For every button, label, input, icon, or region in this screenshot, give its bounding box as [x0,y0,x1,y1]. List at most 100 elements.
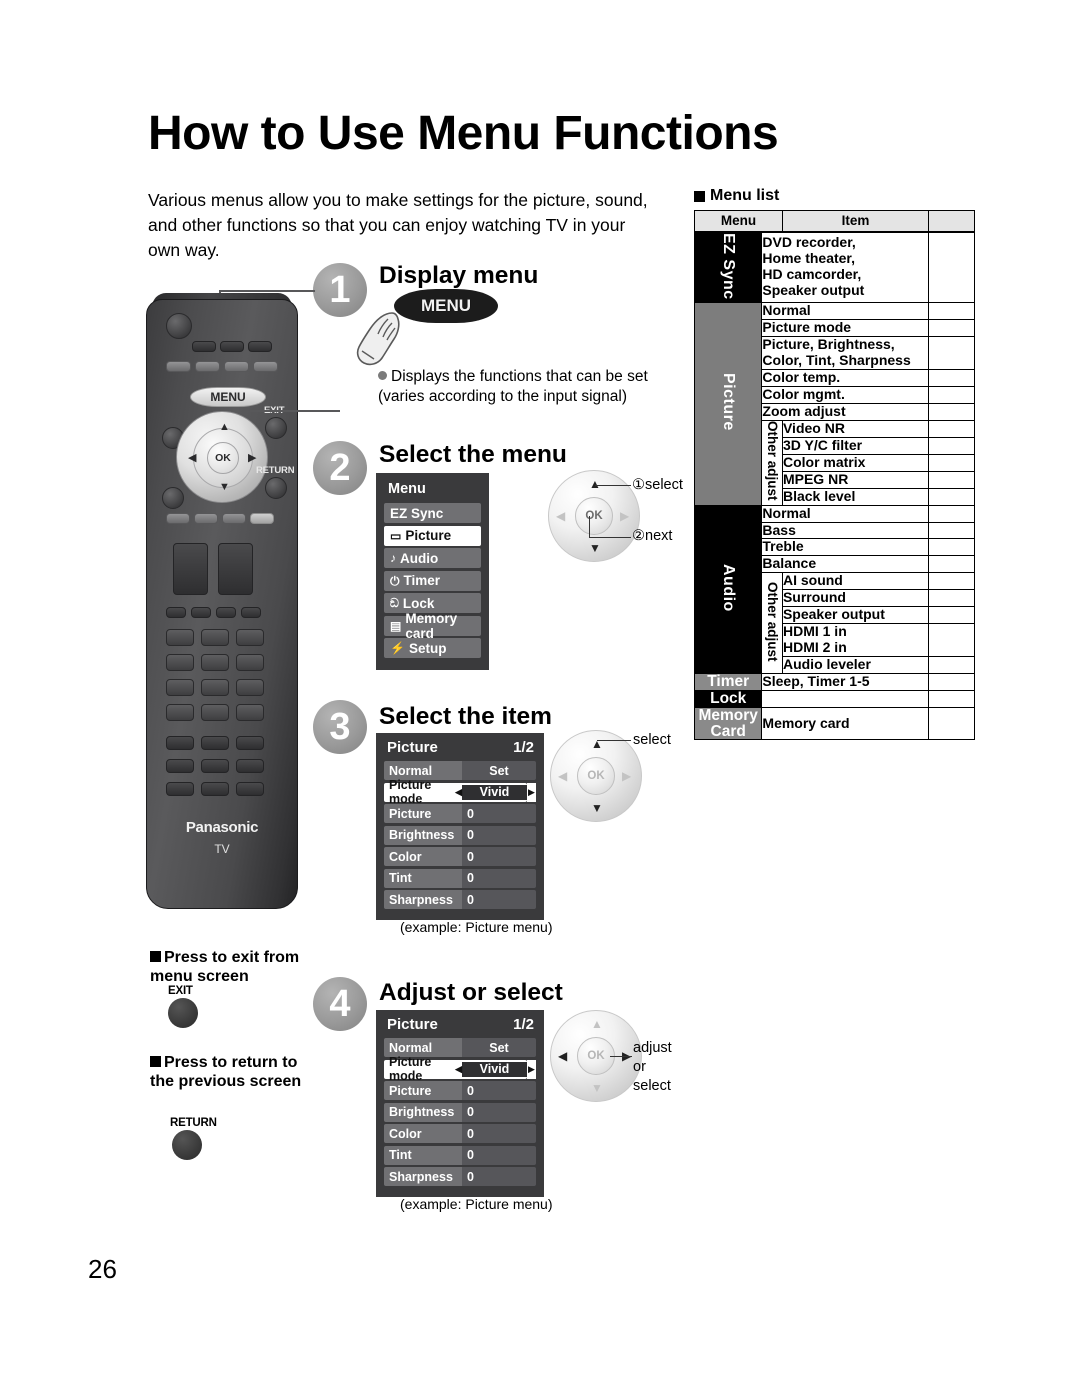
dpad-ok-button[interactable]: OK [575,497,613,535]
remote-key[interactable] [253,361,278,372]
remote-dpad-right-icon[interactable]: ▶ [248,453,256,464]
remote-numpad-key[interactable] [166,679,194,696]
menu-page-cell [928,656,975,675]
remote-key[interactable] [195,361,220,372]
remote-key[interactable] [192,341,216,352]
dpad-wheel-step2[interactable]: ▲ ▼ ◀ ▶ OK [548,470,640,562]
remote-key[interactable] [241,607,261,618]
remote-dpad[interactable]: ▲ ▼ ◀ ▶ OK [176,411,268,503]
osd-picture-row[interactable]: Color 0 [384,847,536,866]
osd-picture-row[interactable]: Brightness 0 [384,825,536,845]
osd-menu-item[interactable]: ▤ Memory card [384,611,481,641]
menu-item-cell [761,690,929,708]
menu-category-cell: EZ Sync [693,230,763,304]
remote-numpad-key[interactable] [236,704,264,721]
osd-right-arrow-icon[interactable]: ▶ [527,1059,536,1079]
remote-function-key[interactable] [201,782,229,796]
menu-item-cell: Surround [781,589,930,608]
remote-numpad-key[interactable] [166,704,194,721]
dpad-down-arrow-icon[interactable]: ▼ [589,542,601,554]
remote-key[interactable] [166,361,191,372]
remote-numpad-key[interactable] [201,629,229,646]
osd-picture-row[interactable]: Tint 0 [384,1145,536,1165]
remote-function-key[interactable] [236,759,264,773]
remote-numpad-key[interactable] [201,654,229,671]
osd-picture-row[interactable]: Sharpness 0 [384,890,536,909]
remote-function-key[interactable] [236,736,264,750]
dpad-up-arrow-icon[interactable]: ▲ [591,1018,603,1030]
remote-key[interactable] [166,607,186,618]
dpad-ok-button[interactable]: OK [577,757,615,795]
osd-picture-row[interactable]: Picture mode ◀ Vivid ▶ [384,778,536,806]
remote-function-key[interactable] [166,759,194,773]
osd-menu-item[interactable]: ⚡ Setup [384,638,481,658]
remote-key[interactable] [248,341,272,352]
osd-picture-row[interactable]: Tint 0 [384,868,536,888]
dpad-left-arrow-icon[interactable]: ◀ [558,1050,567,1062]
osd-menu-item-icon: ▭ [390,528,402,543]
osd-left-arrow-icon[interactable]: ◀ [455,787,462,797]
remote-function-key[interactable] [201,736,229,750]
remote-numpad-key[interactable] [236,629,264,646]
remote-key[interactable] [224,361,249,372]
osd-picture-row[interactable]: Picture 0 [384,1081,536,1100]
remote-function-key[interactable] [166,782,194,796]
remote-exit-button[interactable] [265,417,287,439]
remote-key[interactable] [250,513,274,524]
remote-dpad-down-icon[interactable]: ▼ [219,482,230,493]
remote-key[interactable] [216,607,236,618]
remote-numpad-key[interactable] [201,679,229,696]
osd-menu-item[interactable]: ⏻ Timer [384,570,481,591]
osd-picture-row[interactable]: Picture 0 [384,804,536,823]
exit-button[interactable] [168,998,198,1028]
osd-menu-item[interactable]: ▭ Picture [384,525,481,546]
menu-page-cell [928,623,975,658]
dpad-wheel-step3[interactable]: ▲ ▼ ◀ ▶ OK [550,730,642,822]
remote-dpad-left-icon[interactable]: ◀ [188,453,196,464]
osd-menu-item[interactable]: ♪ Audio [384,548,481,568]
remote-numpad-key[interactable] [201,704,229,721]
osd-picture-row-label: Picture [384,1081,462,1100]
menu-item-cell: Picture mode [761,319,929,338]
remote-return-button[interactable] [265,477,287,499]
remote-menu-button[interactable]: MENU [190,387,266,407]
remote-numpad-key[interactable] [166,654,194,671]
remote-power-button[interactable] [166,313,192,339]
osd-picture-row[interactable]: Sharpness 0 [384,1167,536,1186]
dpad-left-arrow-icon[interactable]: ◀ [558,770,567,782]
remote-key[interactable] [220,341,244,352]
menu-page-cell [928,319,975,338]
remote-function-key[interactable] [166,736,194,750]
remote-numpad-key[interactable] [166,629,194,646]
dpad-up-arrow-icon[interactable]: ▲ [589,478,601,490]
osd-left-arrow-icon[interactable]: ◀ [455,1064,462,1074]
remote-channel-rocker[interactable] [218,543,253,595]
osd-picture-row[interactable]: Color 0 [384,1124,536,1143]
dpad-down-arrow-icon[interactable]: ▼ [591,1082,603,1094]
dpad-left-arrow-icon[interactable]: ◀ [556,510,565,522]
table-row: Lock [693,690,975,708]
remote-key[interactable] [194,513,218,524]
dpad-down-arrow-icon[interactable]: ▼ [591,802,603,814]
remote-dpad-up-icon[interactable]: ▲ [219,422,230,433]
return-button[interactable] [172,1130,202,1160]
dpad-right-arrow-icon[interactable]: ▶ [620,510,629,522]
remote-numpad-key[interactable] [236,679,264,696]
dpad-right-arrow-icon[interactable]: ▶ [622,770,631,782]
menu-page-cell [928,368,975,387]
remote-function-key[interactable] [236,782,264,796]
osd-picture-row[interactable]: Picture mode ◀ Vivid ▶ [384,1055,536,1083]
remote-volume-rocker[interactable] [173,543,208,595]
remote-numpad-key[interactable] [236,654,264,671]
osd-menu-item[interactable]: EZ Sync [384,503,481,523]
remote-key[interactable] [166,513,190,524]
remote-side-button[interactable] [162,487,184,509]
return-button-label: RETURN [170,1117,217,1129]
remote-key[interactable] [222,513,246,524]
remote-key[interactable] [191,607,211,618]
menu-page-cell [928,230,975,304]
osd-right-arrow-icon[interactable]: ▶ [527,782,536,802]
remote-function-key[interactable] [201,759,229,773]
remote-ok-button[interactable]: OK [207,442,239,474]
osd-picture-row[interactable]: Brightness 0 [384,1102,536,1122]
